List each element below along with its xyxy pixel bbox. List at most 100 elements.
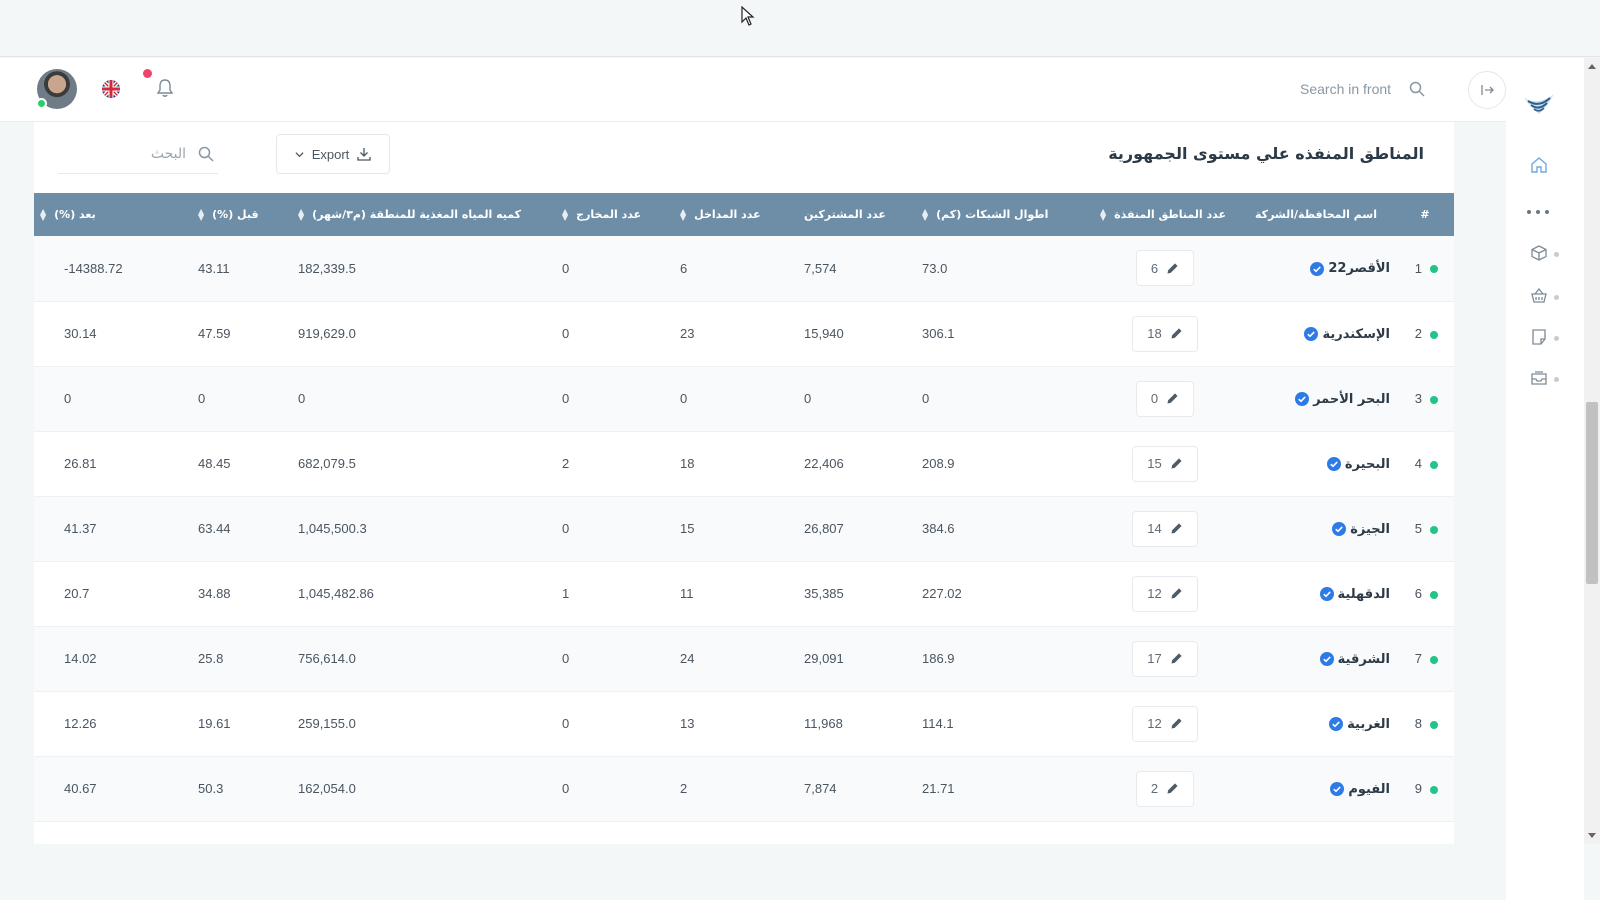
table-row[interactable]: 9 الفيوم 2 21.71 7,874 2 0 162,054.0 50.3 40.67	[34, 756, 1454, 821]
page-scrollbar[interactable]	[1584, 58, 1600, 844]
sort-icon[interactable]: ▲ ▼	[562, 208, 568, 222]
col-inlets-header[interactable]: عدد المداخل▲ ▼	[674, 193, 798, 236]
row-before-cell: 34.88	[198, 586, 231, 601]
status-dot	[1430, 395, 1438, 404]
governorate-name[interactable]: البحر الأحمر	[1313, 392, 1390, 407]
box-icon[interactable]	[1530, 244, 1548, 262]
col-water-header[interactable]: كميه المياه المغذية للمنطقة (م٣/شهر)▲ ▼	[292, 193, 556, 236]
pencil-icon[interactable]	[1170, 717, 1183, 730]
scroll-down-arrow[interactable]	[1588, 833, 1596, 838]
col-after-header[interactable]: بعد (%)▲ ▼	[34, 193, 192, 236]
row-before-cell: 48.45	[198, 456, 231, 471]
zones-edit-button[interactable]: 17	[1132, 640, 1198, 677]
table-row[interactable]: 4 البحيرة 15 208.9 22,406 18 2 682,079.5 48.45 26…	[34, 431, 1454, 496]
governorate-name[interactable]: الأقصر22	[1328, 261, 1390, 276]
row-water-cell: 1,045,482.86	[298, 586, 374, 601]
home-icon[interactable]	[1530, 156, 1548, 174]
row-outlets-cell: 0	[562, 260, 570, 276]
sort-icon[interactable]: ▲ ▼	[1100, 208, 1106, 222]
governorate-name[interactable]: البحيرة	[1345, 457, 1390, 472]
basket-menu-dot	[1554, 295, 1559, 300]
col-zones-header[interactable]: عدد المناطق المنفذة▲ ▼	[1094, 193, 1236, 236]
zones-edit-button[interactable]: 12	[1132, 705, 1198, 742]
scroll-thumb[interactable]	[1586, 402, 1598, 584]
status-dot	[1430, 525, 1438, 534]
more-dots-icon[interactable]	[1527, 210, 1549, 216]
col-outlets-header[interactable]: عدد المخارج▲ ▼	[556, 193, 674, 236]
scroll-up-arrow[interactable]	[1588, 64, 1596, 69]
table-row[interactable]: 2 الإسكندرية 18 306.1 15,940 23 0 919,629.0 47.5…	[34, 301, 1454, 366]
inbox-icon[interactable]	[1530, 369, 1548, 387]
row-inlets-cell: 11	[680, 586, 694, 601]
pencil-icon[interactable]	[1170, 327, 1183, 340]
basket-icon[interactable]	[1530, 287, 1548, 305]
box-menu-dot	[1554, 252, 1559, 257]
verified-badge-icon	[1310, 261, 1325, 276]
uk-flag-icon[interactable]	[102, 80, 120, 98]
governorate-name[interactable]: الإسكندرية	[1322, 327, 1390, 342]
zones-edit-button[interactable]: 0	[1135, 380, 1195, 417]
table-row[interactable]: 7 الشرقية 17 186.9 29,091 24 0 756,614.0 25.8 14.…	[34, 626, 1454, 691]
governorate-name[interactable]: الدقهلية	[1338, 587, 1390, 602]
row-subscribers-cell: 29,091	[804, 651, 844, 666]
pencil-icon[interactable]	[1166, 262, 1179, 275]
bell-icon[interactable]	[156, 78, 174, 98]
pencil-icon[interactable]	[1170, 522, 1183, 535]
pencil-icon[interactable]	[1166, 392, 1179, 405]
sort-icon[interactable]: ▲ ▼	[40, 208, 46, 222]
sort-icon[interactable]: ▲ ▼	[198, 208, 204, 222]
table-row[interactable]: 3 البحر الأحمر 0 0 0 0 0 0 0 0	[34, 366, 1454, 431]
row-zones-cell: 2	[1094, 756, 1236, 821]
table-row[interactable]: 6 الدقهلية 12 227.02 35,385 11 1 1,045,482.86 34…	[34, 561, 1454, 626]
zones-edit-button[interactable]: 14	[1132, 510, 1198, 547]
export-label: Export	[311, 146, 350, 162]
pencil-icon[interactable]	[1166, 782, 1179, 795]
row-zones-cell: 14	[1094, 496, 1236, 561]
sort-icon[interactable]: ▲ ▼	[298, 208, 304, 222]
zones-table: # اسم المحافظة/الشركة عدد المناطق المنفذ…	[34, 193, 1454, 822]
zones-edit-button[interactable]: 12	[1132, 575, 1198, 612]
user-avatar[interactable]	[36, 69, 77, 109]
row-index-cell: 3	[1396, 366, 1454, 431]
status-dot	[1430, 785, 1438, 794]
verified-badge-icon	[1304, 327, 1319, 342]
notes-icon[interactable]	[1530, 328, 1548, 346]
download-icon	[357, 148, 371, 161]
bird-logo-icon[interactable]	[1522, 92, 1556, 120]
col-network-length-header[interactable]: اطوال الشبكات (كم)▲ ▼	[916, 193, 1094, 236]
zones-edit-button[interactable]: 2	[1135, 770, 1195, 807]
table-row[interactable]: 1 الأقصر22 6 73.0 7,574 6 0 182,339.5 43.11 14388…	[34, 236, 1454, 301]
row-after-cell: 14388.72-	[64, 260, 123, 276]
pencil-icon[interactable]	[1170, 457, 1183, 470]
row-after-cell: 0	[64, 391, 72, 406]
zones-edit-button[interactable]: 6	[1135, 250, 1195, 287]
zones-edit-button[interactable]: 15	[1132, 445, 1198, 482]
pencil-icon[interactable]	[1170, 587, 1183, 600]
row-network-length-cell: 227.02	[922, 586, 962, 601]
pencil-icon[interactable]	[1170, 652, 1183, 665]
table-row[interactable]: 5 الجيزة 14 384.6 26,807 15 0 1,045,500.3 63.44 4…	[34, 496, 1454, 561]
row-water-cell: 259,155.0	[298, 716, 356, 731]
row-index-cell: 6	[1396, 561, 1454, 626]
col-name-header[interactable]: اسم المحافظة/الشركة	[1236, 193, 1396, 236]
row-inlets-cell: 2	[680, 781, 688, 796]
col-subscribers-header[interactable]: عدد المشتركين	[798, 193, 916, 236]
col-before-header[interactable]: قبل (%)▲ ▼	[192, 193, 292, 236]
row-inlets-cell: 18	[680, 456, 695, 471]
sort-icon[interactable]: ▲ ▼	[680, 208, 686, 222]
zones-edit-button[interactable]: 18	[1132, 315, 1198, 352]
sort-icon[interactable]: ▲ ▼	[922, 208, 928, 222]
header-search[interactable]: Search in front	[1300, 78, 1425, 100]
governorate-name[interactable]: الغربية	[1347, 717, 1390, 732]
table-body: 1 الأقصر22 6 73.0 7,574 6 0 182,339.5 43.11 14388…	[34, 236, 1454, 821]
row-before-cell: 43.11	[198, 260, 230, 276]
governorate-name[interactable]: الشرقية	[1338, 652, 1390, 667]
table-search-input[interactable]: البحث	[58, 134, 218, 174]
governorate-name[interactable]: الفيوم	[1348, 782, 1390, 797]
governorate-name[interactable]: الجيزة	[1350, 522, 1390, 537]
export-button[interactable]: Export	[276, 134, 390, 174]
table-row[interactable]: 8 الغربية 12 114.1 11,968 13 0 259,155.0 19.61 12…	[34, 691, 1454, 756]
row-index-cell: 9	[1396, 756, 1454, 821]
row-zones-cell: 12	[1094, 691, 1236, 756]
sidebar-collapse-button[interactable]	[1468, 71, 1506, 109]
